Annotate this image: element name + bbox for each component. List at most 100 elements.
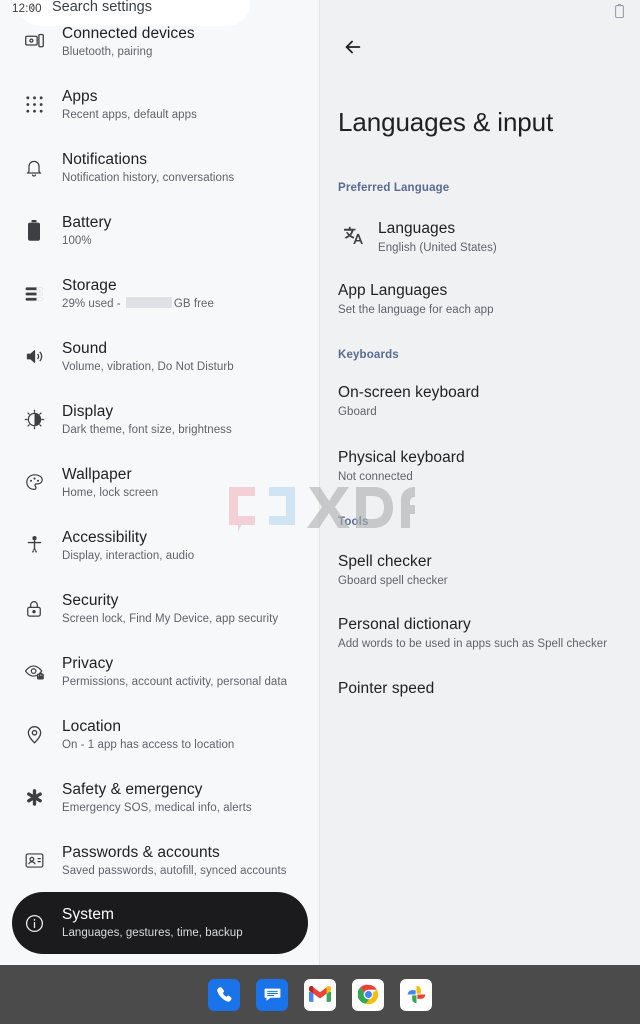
- sidebar-item-title: Battery: [62, 213, 112, 231]
- detail-item-title: Physical keyboard: [338, 449, 465, 466]
- detail-item-subtitle: English (United States): [378, 242, 497, 254]
- taskbar-app-photos[interactable]: [400, 978, 432, 1011]
- sidebar-item-subtitle: 100%: [62, 234, 92, 247]
- page-title: Languages & input: [338, 107, 554, 137]
- info-circle-icon: [20, 909, 48, 937]
- sidebar-item-wallpaper[interactable]: Wallpaper Home, lock screen: [0, 451, 158, 514]
- sidebar-item-system[interactable]: System Languages, gestures, time, backup: [12, 892, 308, 954]
- sidebar-item-subtitle: Home, lock screen: [62, 486, 159, 499]
- sidebar-item-safety-emergency[interactable]: Safety & emergency Emergency SOS, medical…: [0, 766, 252, 829]
- detail-item-subtitle: Set the language for each app: [338, 304, 494, 316]
- taskbar-app-gmail[interactable]: [304, 978, 336, 1011]
- sidebar-item-title: Display: [62, 402, 114, 420]
- sidebar-item-title: Storage: [62, 276, 117, 294]
- detail-item-app-languages[interactable]: App Languages Set the language for each a…: [338, 281, 630, 318]
- sidebar-item-subtitle: Saved passwords, autofill, synced accoun…: [62, 864, 287, 877]
- storage-icon: [20, 280, 48, 308]
- detail-item-physical-keyboard[interactable]: Physical keyboard Not connected: [338, 448, 630, 485]
- storage-free-text: GB free: [173, 297, 214, 310]
- sidebar-item-title: Safety & emergency: [62, 780, 203, 798]
- sidebar-item-title: Notifications: [62, 150, 148, 168]
- sidebar-item-subtitle: Volume, vibration, Do Not Disturb: [62, 360, 234, 373]
- search-settings-bar[interactable]: ‹ Search settings: [18, 0, 250, 26]
- sidebar-item-subtitle: 29% used - GB free: [62, 296, 214, 312]
- lock-icon: [20, 595, 48, 623]
- translate-icon: [338, 221, 368, 249]
- sidebar-item-location[interactable]: Location On - 1 app has access to locatio…: [0, 703, 234, 766]
- location-pin-icon: [20, 721, 48, 749]
- sidebar-item-security[interactable]: Security Screen lock, Find My Device, app…: [0, 577, 278, 640]
- taskbar-app-phone[interactable]: [208, 978, 240, 1011]
- privacy-eye-icon: [20, 658, 48, 686]
- detail-item-subtitle: Add words to be used in apps such as Spe…: [338, 638, 608, 650]
- detail-item-title: App Languages: [338, 282, 448, 299]
- volume-icon: [20, 343, 48, 371]
- detail-item-title: Pointer speed: [338, 680, 435, 697]
- sidebar-item-title: System: [62, 906, 114, 923]
- sidebar-item-subtitle: Emergency SOS, medical info, alerts: [62, 801, 252, 814]
- back-arrow-icon[interactable]: [338, 32, 368, 62]
- section-header-preferred-language: Preferred Language: [338, 182, 450, 194]
- detail-item-on-screen-keyboard[interactable]: On-screen keyboard Gboard: [338, 383, 630, 420]
- redacted-value: [125, 296, 172, 308]
- sidebar-item-title: Apps: [62, 87, 98, 105]
- sidebar-item-title: Sound: [62, 339, 108, 357]
- detail-item-languages[interactable]: Languages English (United States): [338, 219, 630, 256]
- search-back-icon[interactable]: ‹: [30, 1, 34, 13]
- settings-sidebar-pane: ‹ Search settings Connected devices Bluet…: [0, 0, 320, 965]
- sidebar-item-subtitle: Bluetooth, pairing: [62, 45, 153, 58]
- sidebar-item-subtitle: Display, interaction, audio: [62, 549, 195, 562]
- detail-item-subtitle: Gboard spell checker: [338, 575, 448, 587]
- sidebar-item-title: Passwords & accounts: [62, 843, 220, 861]
- sidebar-item-title: Security: [62, 591, 119, 609]
- sidebar-item-apps[interactable]: Apps Recent apps, default apps: [0, 73, 197, 136]
- sidebar-item-subtitle: Languages, gestures, time, backup: [62, 927, 243, 939]
- sidebar-item-title: Wallpaper: [62, 465, 132, 483]
- detail-item-subtitle: Gboard: [338, 406, 377, 418]
- brightness-icon: [20, 406, 48, 434]
- battery-icon: [20, 217, 48, 245]
- sidebar-item-subtitle: Notification history, conversations: [62, 171, 235, 184]
- sidebar-item-accessibility[interactable]: Accessibility Display, interaction, audio: [0, 514, 194, 577]
- detail-item-title: On-screen keyboard: [338, 384, 480, 401]
- palette-icon: [20, 469, 48, 497]
- sidebar-item-display[interactable]: Display Dark theme, font size, brightness: [0, 388, 232, 451]
- storage-used-text: 29% used -: [62, 297, 124, 310]
- sidebar-item-title: Privacy: [62, 654, 114, 672]
- sidebar-item-title: Location: [62, 717, 122, 735]
- sidebar-item-passwords-accounts[interactable]: Passwords & accounts Saved passwords, aut…: [0, 829, 287, 892]
- taskbar[interactable]: [0, 965, 640, 1024]
- sidebar-item-notifications[interactable]: Notifications Notification history, conve…: [0, 136, 234, 199]
- section-header-keyboards: Keyboards: [338, 349, 399, 361]
- sidebar-item-storage[interactable]: Storage 29% used - GB free: [0, 262, 214, 325]
- sidebar-item-privacy[interactable]: Privacy Permissions, account activity, pe…: [0, 640, 287, 703]
- account-card-icon: [20, 847, 48, 875]
- taskbar-app-messages[interactable]: [256, 978, 288, 1011]
- device-screen: ‹ Search settings Connected devices Bluet…: [0, 0, 640, 1024]
- sidebar-item-subtitle: Permissions, account activity, personal …: [62, 675, 288, 688]
- detail-item-personal-dictionary[interactable]: Personal dictionary Add words to be used …: [338, 615, 630, 652]
- sidebar-item-title: Connected devices: [62, 24, 195, 42]
- sidebar-item-battery[interactable]: Battery 100%: [0, 199, 111, 262]
- sidebar-item-subtitle: On - 1 app has access to location: [62, 738, 235, 751]
- bell-icon: [20, 154, 48, 182]
- apps-grid-icon: [20, 91, 48, 119]
- detail-item-title: Personal dictionary: [338, 616, 471, 633]
- detail-item-pointer-speed[interactable]: Pointer speed: [338, 679, 630, 699]
- sidebar-item-sound[interactable]: Sound Volume, vibration, Do Not Disturb: [0, 325, 234, 388]
- sidebar-item-subtitle: Dark theme, font size, brightness: [62, 423, 232, 436]
- sidebar-item-subtitle: Recent apps, default apps: [62, 108, 197, 121]
- taskbar-app-chrome[interactable]: [352, 978, 384, 1011]
- detail-item-title: Spell checker: [338, 553, 432, 570]
- pane-divider: [319, 0, 320, 965]
- search-settings-label: Search settings: [52, 0, 152, 15]
- detail-item-spell-checker[interactable]: Spell checker Gboard spell checker: [338, 552, 630, 589]
- sidebar-item-title: Accessibility: [62, 528, 148, 546]
- detail-item-subtitle: Not connected: [338, 471, 413, 483]
- sidebar-item-subtitle: Screen lock, Find My Device, app securit…: [62, 612, 279, 625]
- devices-icon: [20, 28, 48, 56]
- section-header-tools: Tools: [338, 516, 369, 528]
- accessibility-icon: [20, 532, 48, 560]
- asterisk-icon: [20, 784, 48, 812]
- detail-item-title: Languages: [378, 220, 456, 237]
